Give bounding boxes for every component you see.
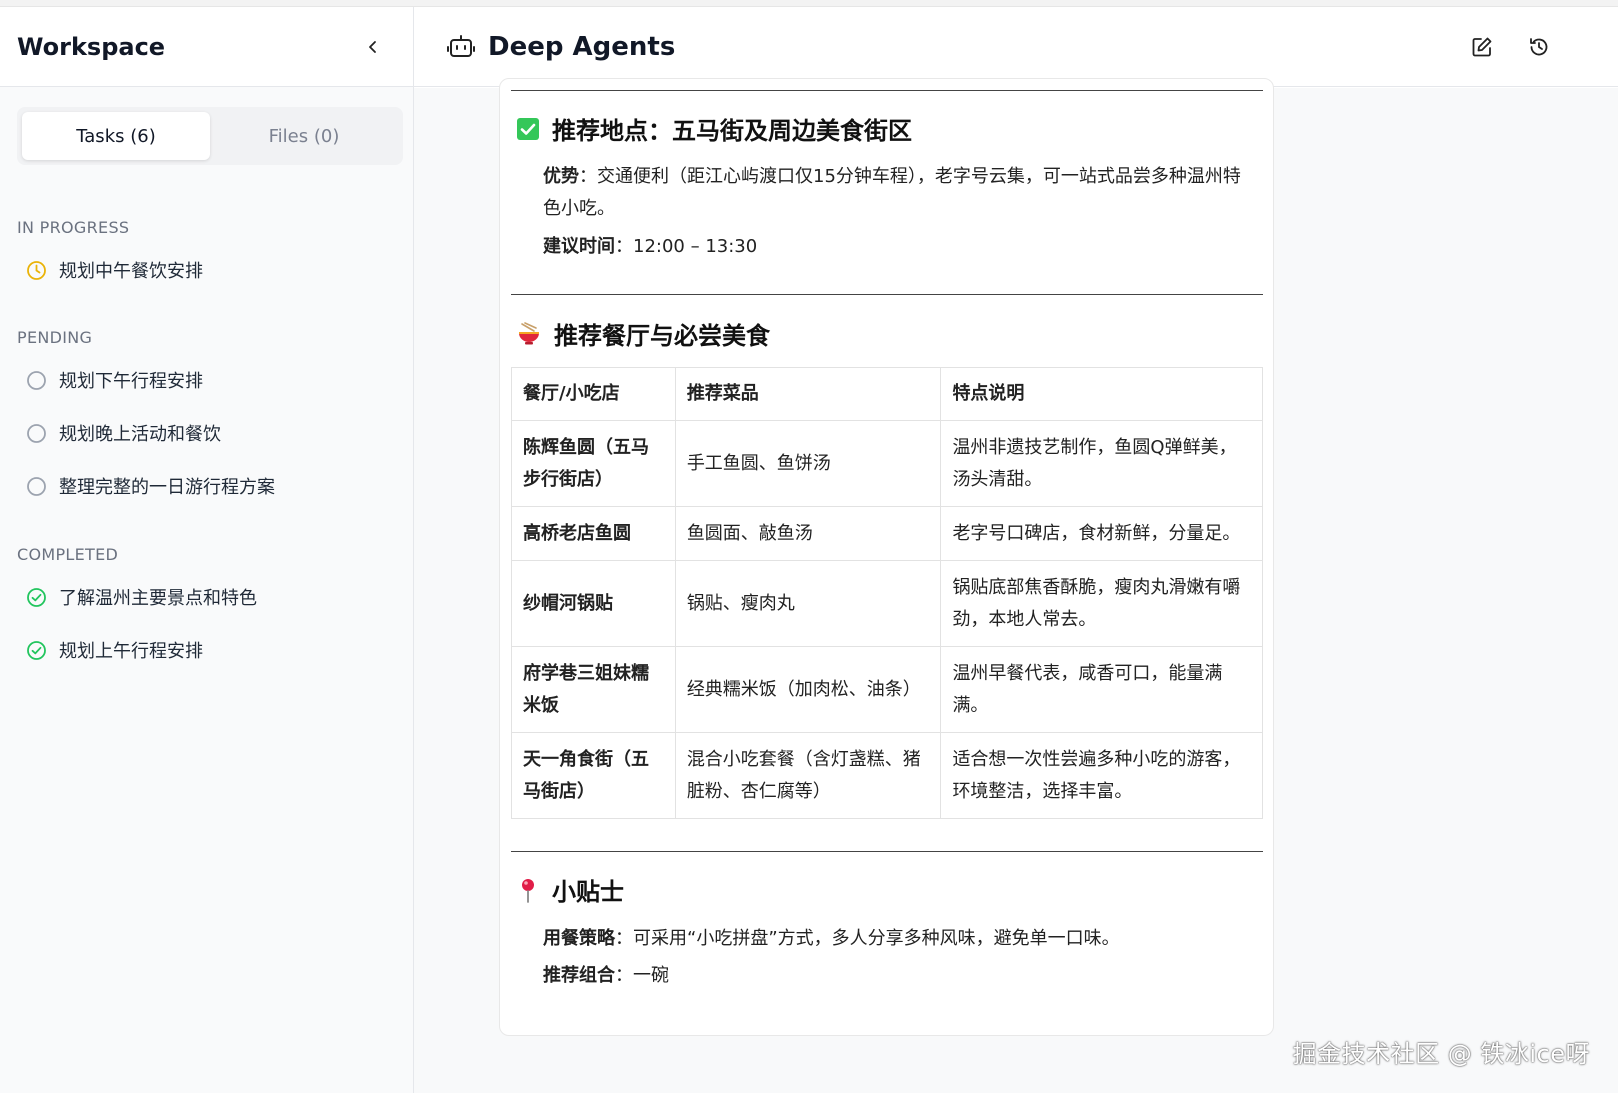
empty-circle-icon	[27, 476, 46, 496]
empty-circle-icon	[27, 423, 46, 443]
watermark: 掘金技术社区 @ 铁冰ice呀	[1292, 1040, 1590, 1068]
task-label: 规划晚上活动和餐饮	[59, 424, 221, 445]
sidebar-tabs: Tasks (6) Files (0)	[17, 107, 403, 165]
restaurant-name: 陈辉鱼圆（五马步行街店）	[511, 420, 676, 507]
dish-cell: 经典糯米饭（加肉松、油条）	[674, 646, 942, 733]
table-header-row: 餐厅/小吃店 推荐菜品 特点说明	[511, 367, 1263, 421]
restaurant-name: 府学巷三姐妹糯米饭	[511, 646, 676, 733]
check-circle-icon	[27, 640, 46, 660]
history-icon	[1530, 38, 1548, 56]
task-label: 规划中午餐饮安排	[59, 261, 203, 282]
collapse-sidebar-button[interactable]	[361, 35, 385, 59]
combo-text: ：一碗	[615, 965, 669, 986]
table-row: 陈辉鱼圆（五马步行街店） 手工鱼圆、鱼饼汤 温州非遗技艺制作，鱼圆Q弹鲜美，汤头…	[511, 420, 1263, 507]
tab-files[interactable]: Files (0)	[210, 112, 398, 160]
strategy-paragraph: 用餐策略：可采用“小吃拼盘”方式，多人分享多种风味，避免单一口味。	[543, 923, 1255, 955]
section-heading-tips: 小贴士	[516, 872, 624, 907]
note-cell: 锅贴底部焦香酥脆，瘦肉丸滑嫩有嚼劲，本地人常去。	[940, 560, 1263, 647]
task-label: 了解温州主要景点和特色	[59, 588, 257, 609]
dish-cell: 手工鱼圆、鱼饼汤	[674, 420, 942, 507]
section-label-completed: COMPLETED	[17, 545, 119, 564]
divider	[511, 851, 1263, 852]
restaurant-table: 餐厅/小吃店 推荐菜品 特点说明 陈辉鱼圆（五马步行街店） 手工鱼圆、鱼饼汤 温…	[511, 367, 1263, 819]
note-cell: 老字号口碑店，食材新鲜，分量足。	[940, 506, 1263, 561]
combo-paragraph: 推荐组合：一碗	[543, 960, 1255, 992]
advantage-label: 优势	[543, 166, 579, 187]
table-row: 府学巷三姐妹糯米饭 经典糯米饭（加肉松、油条） 温州早餐代表，咸香可口，能量满满…	[511, 646, 1263, 733]
time-label: 建议时间	[543, 236, 615, 257]
advantage-text: ：交通便利（距江心屿渡口仅15分钟车程），老字号云集，可一站式品尝多种温州特色小…	[543, 166, 1241, 219]
note-cell: 温州早餐代表，咸香可口，能量满满。	[940, 646, 1263, 733]
restaurant-name: 天一角食街（五马街店）	[511, 732, 676, 819]
sidebar-title: Workspace	[17, 32, 166, 61]
chat-main: 推荐地点：五马街及周边美食街区 优势：交通便利（距江心屿渡口仅15分钟车程），老…	[414, 78, 1618, 1093]
task-item[interactable]: 了解温州主要景点和特色	[26, 584, 257, 610]
task-item[interactable]: 规划下午行程安排	[26, 367, 203, 393]
workspace-sidebar: Workspace Tasks (6) Files (0) IN PROGRES…	[0, 7, 414, 1093]
restaurant-name: 高桥老店鱼圆	[511, 506, 676, 561]
task-item[interactable]: 规划晚上活动和餐饮	[26, 420, 221, 446]
noodle-bowl-icon	[519, 321, 539, 344]
empty-circle-icon	[27, 370, 46, 390]
advantage-paragraph: 优势：交通便利（距江心屿渡口仅15分钟车程），老字号云集，可一站式品尝多种温州特…	[543, 161, 1255, 225]
check-box-icon	[517, 117, 539, 140]
app-title: Deep Agents	[488, 31, 676, 62]
note-cell: 温州非遗技艺制作，鱼圆Q弹鲜美，汤头清甜。	[940, 420, 1263, 507]
history-button[interactable]	[1525, 33, 1553, 61]
time-text: ：12:00 – 13:30	[615, 236, 758, 257]
edit-icon	[1472, 37, 1492, 57]
new-chat-button[interactable]	[1468, 33, 1496, 61]
strategy-label: 用餐策略	[543, 928, 615, 949]
column-header: 餐厅/小吃店	[511, 367, 676, 421]
task-label: 规划下午行程安排	[59, 371, 203, 392]
heading-text: 小贴士	[552, 878, 624, 906]
task-label: 整理完整的一日游行程方案	[59, 477, 275, 498]
time-paragraph: 建议时间：12:00 – 13:30	[543, 231, 1255, 263]
section-heading-restaurants: 推荐餐厅与必尝美食	[516, 316, 770, 351]
heading-text: 推荐餐厅与必尝美食	[554, 322, 770, 350]
check-circle-icon	[27, 587, 46, 607]
window-top-strip	[0, 0, 1618, 7]
strategy-text: ：可采用“小吃拼盘”方式，多人分享多种风味，避免单一口味。	[615, 928, 1120, 949]
heading-text: 推荐地点：五马街及周边美食街区	[552, 117, 912, 145]
chevron-left-icon	[369, 40, 376, 53]
column-header: 特点说明	[940, 367, 1263, 421]
section-label-in-progress: IN PROGRESS	[17, 218, 130, 237]
table-row: 天一角食街（五马街店） 混合小吃套餐（含灯盏糕、猪脏粉、杏仁腐等） 适合想一次性…	[511, 732, 1263, 819]
dish-cell: 混合小吃套餐（含灯盏糕、猪脏粉、杏仁腐等）	[674, 732, 942, 819]
message-card: 推荐地点：五马街及周边美食街区 优势：交通便利（距江心屿渡口仅15分钟车程），老…	[499, 78, 1274, 1036]
task-item[interactable]: 整理完整的一日游行程方案	[26, 473, 275, 499]
task-item[interactable]: 规划中午餐饮安排	[26, 257, 203, 283]
combo-label: 推荐组合	[543, 965, 615, 986]
tab-tasks[interactable]: Tasks (6)	[22, 112, 210, 160]
divider	[511, 90, 1263, 91]
task-label: 规划上午行程安排	[59, 641, 203, 662]
app-header: Deep Agents	[414, 7, 1618, 87]
task-item[interactable]: 规划上午行程安排	[26, 637, 203, 663]
table-row: 纱帽河锅贴 锅贴、瘦肉丸 锅贴底部焦香酥脆，瘦肉丸滑嫩有嚼劲，本地人常去。	[511, 560, 1263, 647]
section-heading-location: 推荐地点：五马街及周边美食街区	[516, 111, 912, 146]
note-cell: 适合想一次性尝遍多种小吃的游客，环境整洁，选择丰富。	[940, 732, 1263, 819]
table-row: 高桥老店鱼圆 鱼圆面、敲鱼汤 老字号口碑店，食材新鲜，分量足。	[511, 506, 1263, 561]
section-label-pending: PENDING	[17, 328, 93, 347]
dish-cell: 锅贴、瘦肉丸	[674, 560, 942, 647]
sidebar-header: Workspace	[0, 7, 413, 87]
column-header: 推荐菜品	[674, 367, 942, 421]
dish-cell: 鱼圆面、敲鱼汤	[674, 506, 942, 561]
bot-icon	[447, 34, 475, 57]
pushpin-icon	[522, 878, 534, 903]
divider	[511, 294, 1263, 295]
restaurant-name: 纱帽河锅贴	[511, 560, 676, 647]
clock-icon	[27, 260, 46, 280]
